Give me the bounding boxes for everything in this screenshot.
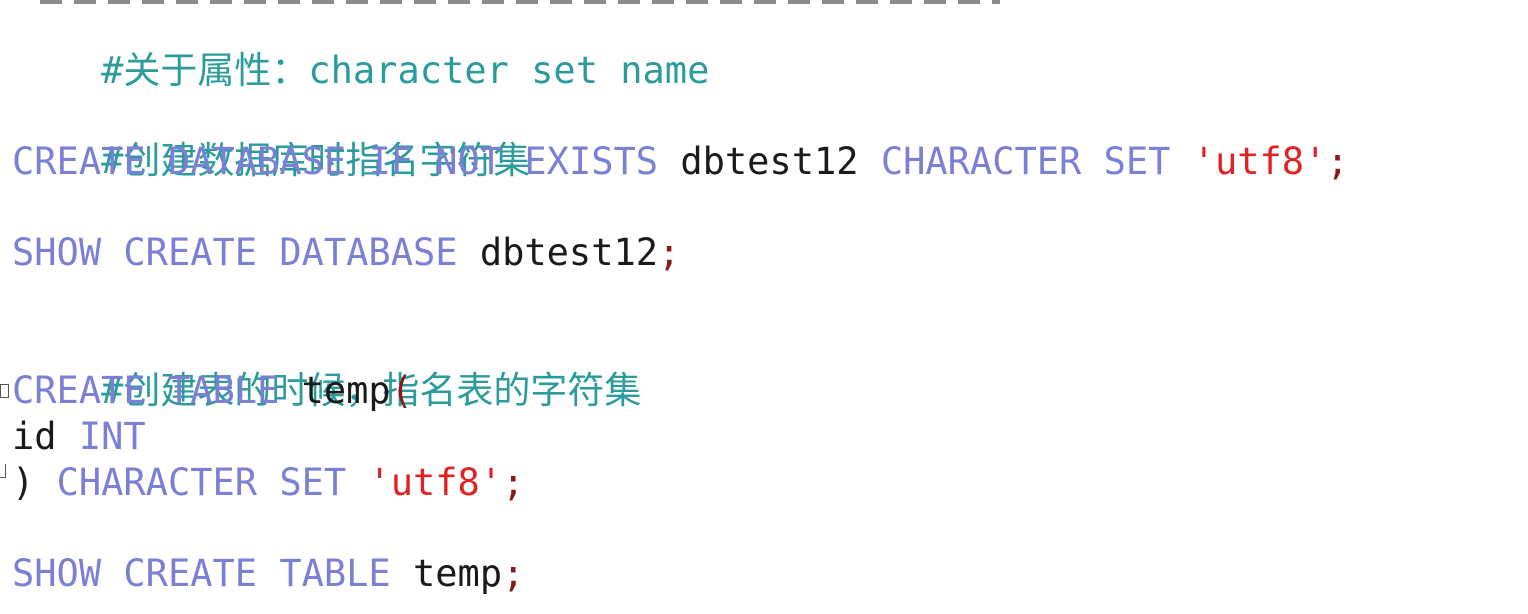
keyword: NOT (435, 140, 503, 183)
semicolon: ; (1326, 140, 1349, 183)
identifier: dbtest12 (479, 231, 659, 274)
code-line-7[interactable]: id INT (12, 414, 146, 460)
code-line-4[interactable]: SHOW CREATE DATABASE dbtest12; (12, 230, 680, 276)
code-line-3[interactable]: CREATE DATABASE IF NOT EXISTS dbtest12 C… (12, 139, 1349, 185)
identifier: temp (301, 369, 391, 412)
code-line-5[interactable]: #创建表的时候，指名表的字符集 (12, 322, 641, 412)
keyword: CHARACTER (56, 461, 258, 504)
keyword: CREATE (12, 140, 146, 183)
string-literal: 'utf8' (1192, 140, 1327, 183)
keyword: SET (1103, 140, 1171, 183)
semicolon: ; (502, 552, 525, 595)
code-line-6[interactable]: CREATE TABLE temp( (12, 368, 413, 414)
string-literal: 'utf8' (368, 461, 503, 504)
paren: ( (390, 369, 413, 412)
keyword: CREATE (123, 231, 258, 274)
keyword: DATABASE (279, 231, 458, 274)
code-line-1[interactable]: #关于属性：character set name (12, 2, 709, 92)
keyword: EXISTS (524, 140, 659, 183)
keyword: CREATE (12, 369, 146, 412)
keyword: CHARACTER (880, 140, 1082, 183)
keyword: INT (78, 415, 146, 458)
keyword: IF (368, 140, 413, 183)
code-line-2[interactable]: #创建数据库时指名字符集 (12, 92, 530, 182)
code-line-8[interactable]: ) CHARACTER SET 'utf8'; (12, 460, 524, 506)
keyword: SET (279, 461, 347, 504)
keyword: TABLE (167, 369, 280, 412)
identifier: dbtest12 (680, 140, 859, 183)
comment-text: #关于属性：character set name (101, 49, 710, 92)
keyword: TABLE (279, 552, 391, 595)
keyword: CREATE (123, 552, 258, 595)
semicolon: ; (502, 461, 525, 504)
keyword: SHOW (12, 231, 102, 274)
fold-toggle-icon[interactable] (0, 384, 9, 398)
paren: ) (12, 461, 35, 504)
fold-end-icon (0, 464, 6, 478)
identifier: id (12, 415, 57, 458)
code-line-9[interactable]: SHOW CREATE TABLE temp; (12, 551, 524, 597)
keyword: SHOW (12, 552, 102, 595)
semicolon: ; (658, 231, 681, 274)
identifier: temp (413, 552, 503, 595)
keyword: DATABASE (167, 140, 347, 183)
sql-editor[interactable]: #关于属性：character set name #创建数据库时指名字符集 CR… (0, 0, 1528, 614)
